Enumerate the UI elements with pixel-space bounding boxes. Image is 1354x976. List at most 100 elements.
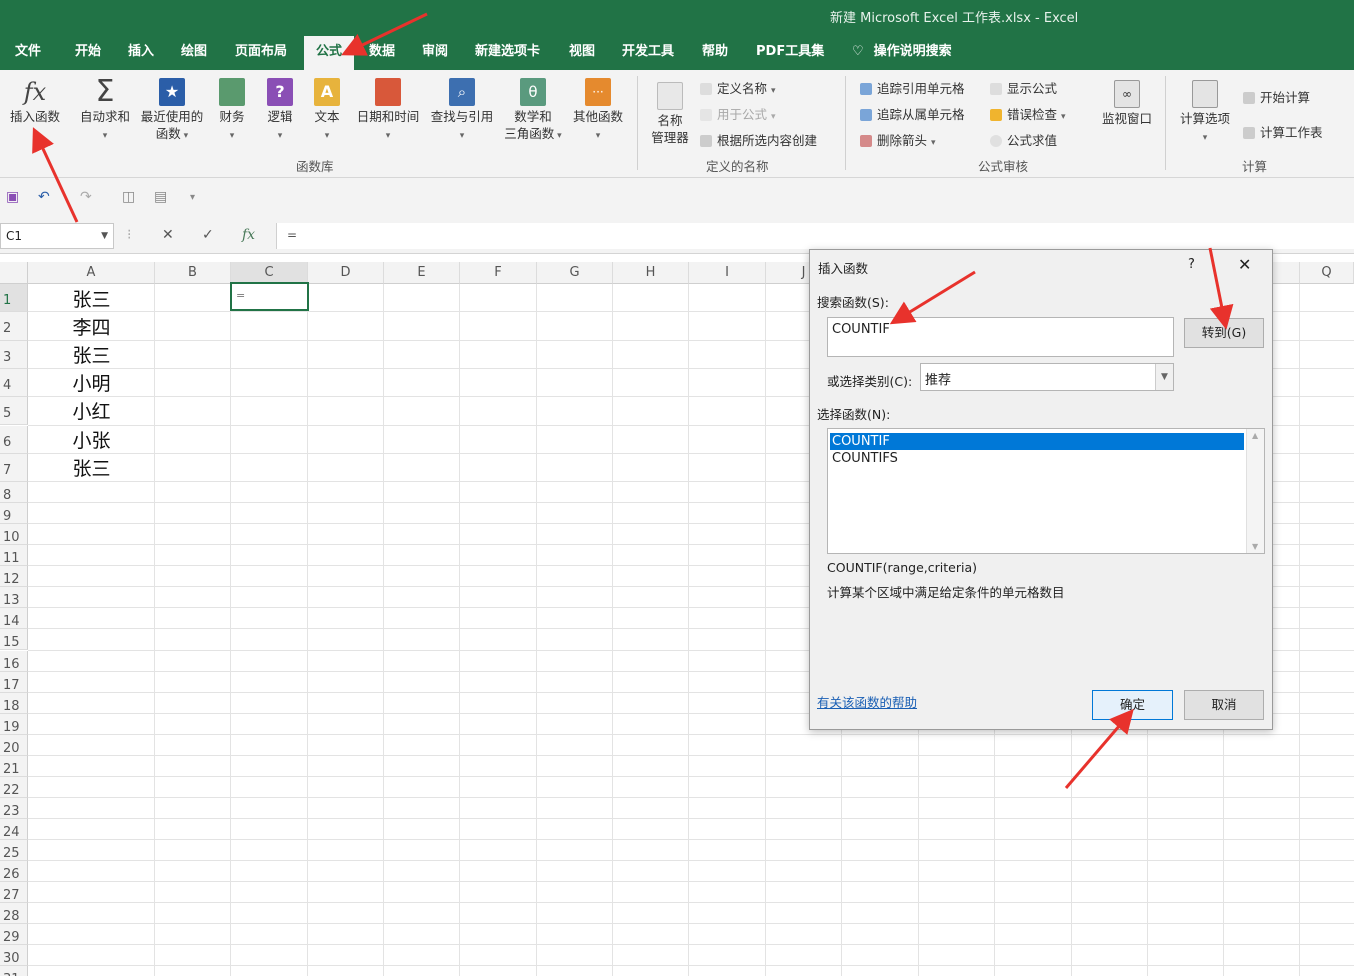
ok-button[interactable]: 确定 [1092, 690, 1173, 720]
row-header[interactable]: 25 [0, 839, 28, 861]
redo-icon[interactable]: ↷ [80, 189, 92, 205]
close-icon[interactable]: ✕ [1238, 255, 1251, 274]
row-header[interactable]: 30 [0, 945, 28, 967]
row-header[interactable]: 27 [0, 882, 28, 904]
tab-page-layout[interactable]: 页面布局 [235, 36, 287, 70]
name-manager-button[interactable]: 名称 管理器 [645, 82, 695, 146]
row-header[interactable]: 1 [0, 284, 28, 313]
row-header[interactable]: 23 [0, 797, 28, 819]
lookup-button[interactable]: ⌕ 查找与引用 ▾ [426, 78, 498, 145]
column-header-f[interactable]: F [460, 262, 537, 284]
scroll-up-icon[interactable]: ▲ [1252, 431, 1258, 440]
column-header-b[interactable]: B [155, 262, 231, 284]
row-header[interactable]: 8 [0, 482, 28, 504]
cell-a4[interactable]: 小明 [28, 369, 155, 396]
column-header-h[interactable]: H [613, 262, 689, 284]
row-header[interactable]: 26 [0, 861, 28, 883]
text-button[interactable]: A 文本 ▾ [309, 78, 345, 145]
show-formulas-button[interactable]: 显示公式 [990, 78, 1057, 97]
row-header[interactable]: 17 [0, 671, 28, 693]
fx-insert-function-icon[interactable]: fx [242, 227, 255, 243]
row-header[interactable]: 11 [0, 545, 28, 567]
row-header[interactable]: 28 [0, 903, 28, 925]
insert-function-button[interactable]: fx 插入函数 [4, 78, 66, 125]
cell-a7[interactable]: 张三 [28, 454, 155, 481]
trace-dependents-button[interactable]: 追踪从属单元格 [860, 104, 965, 123]
scroll-down-icon[interactable]: ▼ [1252, 542, 1258, 551]
trace-precedents-button[interactable]: 追踪引用单元格 [860, 78, 965, 97]
tab-insert[interactable]: 插入 [128, 36, 154, 70]
tell-me-search[interactable]: ♡ 操作说明搜索 [852, 36, 952, 70]
column-header-c[interactable]: C [231, 262, 308, 284]
row-header[interactable]: 2 [0, 312, 28, 341]
function-item-countif[interactable]: COUNTIF [830, 433, 1244, 450]
function-help-link[interactable]: 有关该函数的帮助 [817, 692, 917, 711]
row-header[interactable]: 31 [0, 966, 28, 976]
column-header-a[interactable]: A [28, 262, 155, 284]
confirm-entry-icon[interactable]: ✓ [202, 227, 214, 243]
tab-file[interactable]: 文件 [15, 36, 41, 70]
form-icon[interactable]: ▤ [154, 189, 167, 205]
column-header-q[interactable]: Q [1300, 262, 1354, 284]
row-header[interactable]: 21 [0, 755, 28, 777]
row-header[interactable]: 18 [0, 692, 28, 714]
tab-data[interactable]: 数据 [369, 36, 395, 70]
watch-window-button[interactable]: ∞ 监视窗口 [1097, 80, 1157, 127]
list-scrollbar[interactable]: ▲ ▼ [1246, 429, 1264, 553]
row-header[interactable]: 22 [0, 776, 28, 798]
column-header-e[interactable]: E [384, 262, 460, 284]
row-header[interactable]: 3 [0, 340, 28, 369]
error-checking-button[interactable]: 错误检查 ▾ [990, 104, 1066, 123]
tab-draw[interactable]: 绘图 [181, 36, 207, 70]
row-header[interactable]: 6 [0, 425, 28, 454]
row-header[interactable]: 7 [0, 453, 28, 483]
use-in-formula-button[interactable]: 用于公式 ▾ [700, 104, 776, 123]
row-header[interactable]: 5 [0, 397, 28, 426]
row-header[interactable]: 13 [0, 587, 28, 609]
row-header[interactable]: 9 [0, 503, 28, 525]
tab-help[interactable]: 帮助 [702, 36, 728, 70]
tab-home[interactable]: 开始 [75, 36, 101, 70]
row-header[interactable]: 4 [0, 368, 28, 398]
tab-review[interactable]: 审阅 [422, 36, 448, 70]
row-header[interactable]: 24 [0, 818, 28, 840]
chevron-down-icon[interactable]: ▼ [101, 224, 108, 248]
name-box[interactable]: C1 ▼ [0, 223, 114, 249]
row-header[interactable]: 29 [0, 924, 28, 946]
function-item-countifs[interactable]: COUNTIFS [830, 450, 1244, 467]
cell-a2[interactable]: 李四 [28, 313, 155, 340]
tab-new-tab[interactable]: 新建选项卡 [475, 36, 540, 70]
column-header-i[interactable]: I [689, 262, 766, 284]
chevron-down-icon[interactable]: ▼ [1155, 364, 1173, 390]
cancel-button[interactable]: 取消 [1184, 690, 1264, 720]
undo-icon[interactable]: ↶ [38, 189, 50, 205]
math-trig-button[interactable]: θ 数学和 三角函数 ▾ [499, 78, 567, 145]
formula-input[interactable]: = [276, 223, 1354, 249]
create-from-selection-button[interactable]: 根据所选内容创建 [700, 130, 817, 149]
selected-cell-c1[interactable]: = [230, 282, 309, 311]
tab-pdf-tools[interactable]: PDF工具集 [756, 36, 824, 70]
row-header[interactable]: 16 [0, 650, 28, 672]
tab-developer[interactable]: 开发工具 [622, 36, 674, 70]
print-preview-icon[interactable]: ◫ [122, 189, 135, 205]
category-select[interactable]: 推荐 ▼ [920, 363, 1174, 391]
save-icon[interactable]: ▣ [6, 189, 19, 205]
tab-formulas[interactable]: 公式 [304, 36, 355, 70]
tab-view[interactable]: 视图 [569, 36, 595, 70]
cancel-entry-icon[interactable]: ✕ [162, 227, 174, 243]
row-header[interactable]: 15 [0, 629, 28, 651]
logical-button[interactable]: ? 逻辑 ▾ [262, 78, 298, 145]
goto-button[interactable]: 转到(G) [1184, 318, 1264, 348]
customize-qat-icon[interactable]: ▾ [190, 192, 195, 203]
define-name-button[interactable]: 定义名称 ▾ [700, 78, 776, 97]
datetime-button[interactable]: 日期和时间 ▾ [352, 78, 424, 145]
cell-a1[interactable]: 张三 [28, 285, 155, 312]
help-icon[interactable]: ? [1188, 257, 1195, 272]
row-header[interactable]: 10 [0, 524, 28, 546]
calc-sheet-button[interactable]: 计算工作表 [1243, 122, 1323, 141]
calc-options-button[interactable]: 计算选项 ▾ [1174, 80, 1236, 147]
row-header[interactable]: 12 [0, 566, 28, 588]
search-function-input[interactable]: COUNTIF [827, 317, 1174, 357]
row-header[interactable]: 20 [0, 734, 28, 756]
row-header[interactable]: 14 [0, 608, 28, 630]
